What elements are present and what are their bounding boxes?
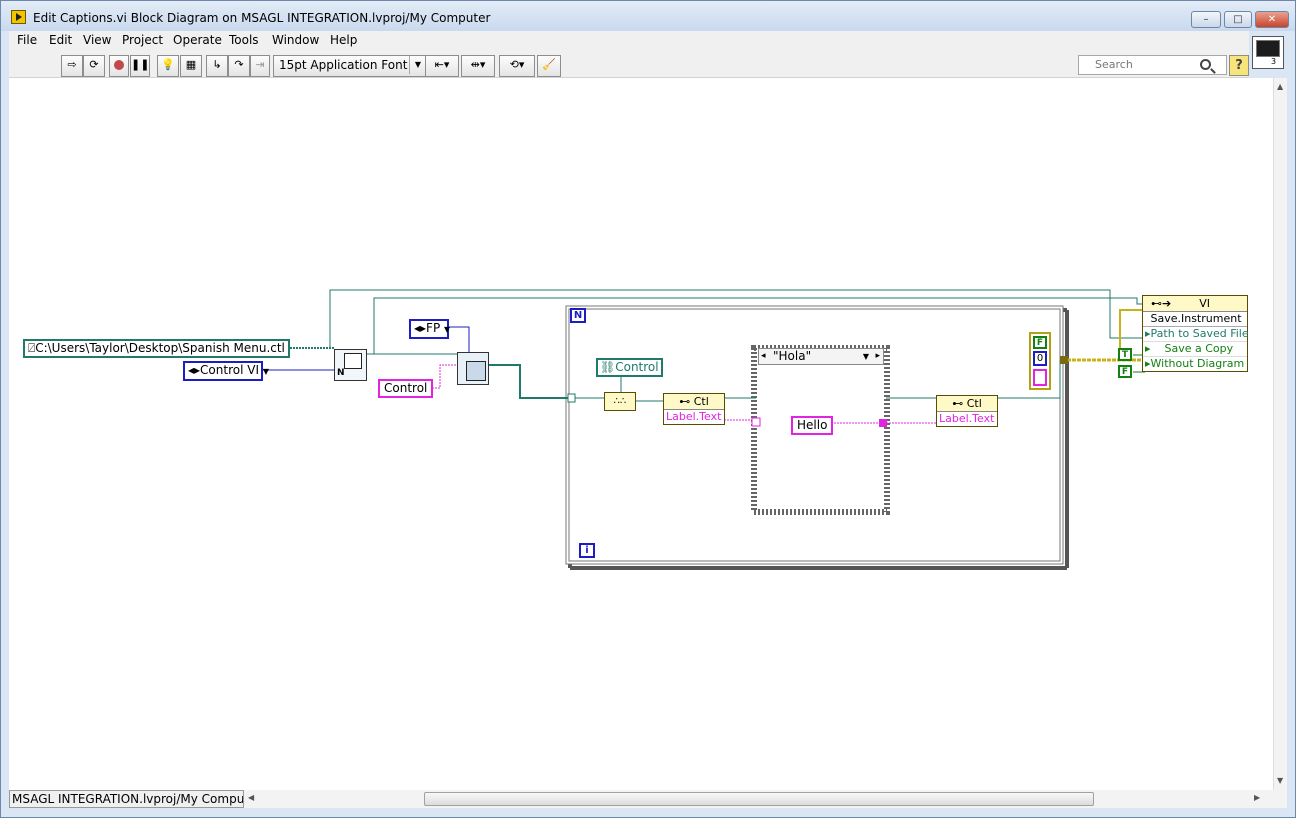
false-constant[interactable]: F <box>1118 365 1132 378</box>
case-output-tunnel <box>879 419 887 427</box>
param-save-a-copy[interactable]: ▸ Save a Copy <box>1143 342 1247 357</box>
hierarchy-icon: ⛓ <box>600 360 616 374</box>
error-wire[interactable] <box>1062 309 1145 362</box>
property-label-text[interactable]: Label.Text <box>937 412 997 426</box>
property-node-header: ⊷ Ctl <box>937 396 997 412</box>
scroll-right-icon[interactable]: ▶ <box>1254 793 1260 802</box>
key-icon: ⊷ <box>679 395 691 408</box>
horizontal-scrollbar[interactable]: ◀ ▶ <box>244 790 1287 808</box>
key-icon: ⊷ <box>952 397 964 410</box>
scroll-up-icon[interactable]: ▲ <box>1277 82 1283 91</box>
control-vi-refnum[interactable]: ◂▸Control VI ▼ <box>183 361 269 381</box>
property-node-class: Ctl <box>693 395 709 408</box>
property-label-text[interactable]: Label.Text <box>664 410 724 424</box>
invoke-node-class: VI <box>1199 297 1210 310</box>
property-node-class: Ctl <box>966 397 982 410</box>
error-tunnel <box>1060 356 1068 364</box>
control-class-constant[interactable]: ⛓Control <box>596 358 663 377</box>
error-source-string <box>1033 369 1047 386</box>
case-selector-label: "Hola" <box>773 349 812 363</box>
block-diagram-wires <box>262 289 1145 570</box>
param-label: Path to Saved File <box>1150 327 1249 340</box>
loop-count-terminal[interactable]: N <box>570 308 586 323</box>
error-cluster-constant[interactable]: F 0 <box>1029 332 1051 390</box>
path-constant[interactable]: ⍁C:\Users\Taylor\Desktop\Spanish Menu.ct… <box>23 339 290 358</box>
invoke-method-label[interactable]: Save.Instrument <box>1143 312 1247 327</box>
property-node-read[interactable]: ⊷ Ctl Label.Text <box>663 393 725 425</box>
case-input-tunnel <box>751 417 761 427</box>
control-class-label: Control <box>615 360 659 374</box>
project-context-status: MSAGL INTEGRATION.lvproj/My Computer <box>9 790 244 808</box>
control-string-constant[interactable]: Control <box>378 379 434 398</box>
case-selector[interactable]: ◂ "Hola" ▼ ▸ <box>758 348 884 365</box>
get-control-reference-node[interactable] <box>457 352 489 385</box>
control-vi-label: Control VI <box>200 363 259 377</box>
hello-string-constant[interactable]: Hello <box>791 416 834 435</box>
horizontal-scroll-thumb[interactable] <box>424 792 1094 806</box>
case-prev-icon[interactable]: ◂ <box>761 349 766 364</box>
n-icon: N <box>337 368 345 378</box>
invoke-node-save-instrument[interactable]: ⊷➔ VI Save.Instrument ▸Path to Saved File… <box>1142 295 1249 372</box>
fp-label: FP <box>426 321 441 335</box>
path-constant-value: C:\Users\Taylor\Desktop\Spanish Menu.ctl <box>35 341 285 355</box>
chevron-down-icon: ▼ <box>262 367 269 376</box>
param-label: Without Diagram <box>1150 357 1245 370</box>
param-without-diagram[interactable]: ▸Without Diagram <box>1143 357 1247 371</box>
case-next-icon[interactable]: ▸ <box>875 349 880 364</box>
class-hierarchy-icon: ∴∴ <box>613 396 627 407</box>
vertical-scrollbar[interactable]: ▲ ▼ <box>1273 78 1287 790</box>
error-status-boolean: F <box>1033 336 1047 349</box>
scroll-down-icon[interactable]: ▼ <box>1277 776 1283 785</box>
vi-grid-icon <box>344 353 362 369</box>
fp-refnum[interactable]: ◂▸FP ▼ <box>409 319 451 339</box>
error-code-numeric: 0 <box>1033 351 1047 366</box>
loop-input-tunnel <box>567 393 576 403</box>
chevron-down-icon: ▼ <box>444 325 451 334</box>
property-node-header: ⊷ Ctl <box>664 394 724 410</box>
open-vi-reference-node[interactable]: N <box>334 349 367 381</box>
chevron-down-icon[interactable]: ▼ <box>863 349 869 364</box>
param-label: Save a Copy <box>1164 342 1234 355</box>
loop-iteration-terminal[interactable]: i <box>579 543 595 558</box>
true-constant[interactable]: T <box>1118 348 1132 361</box>
control-ref-icon <box>466 361 486 381</box>
property-node-write[interactable]: ⊷ Ctl Label.Text <box>936 395 998 427</box>
scroll-left-icon[interactable]: ◀ <box>248 793 254 802</box>
invoke-arrow-icon: ⊷➔ <box>1151 297 1172 310</box>
invoke-node-header: ⊷➔ VI <box>1143 296 1247 312</box>
param-path-to-saved-file[interactable]: ▸Path to Saved File <box>1143 327 1249 342</box>
to-more-specific-class-node[interactable]: ∴∴ <box>604 392 636 411</box>
